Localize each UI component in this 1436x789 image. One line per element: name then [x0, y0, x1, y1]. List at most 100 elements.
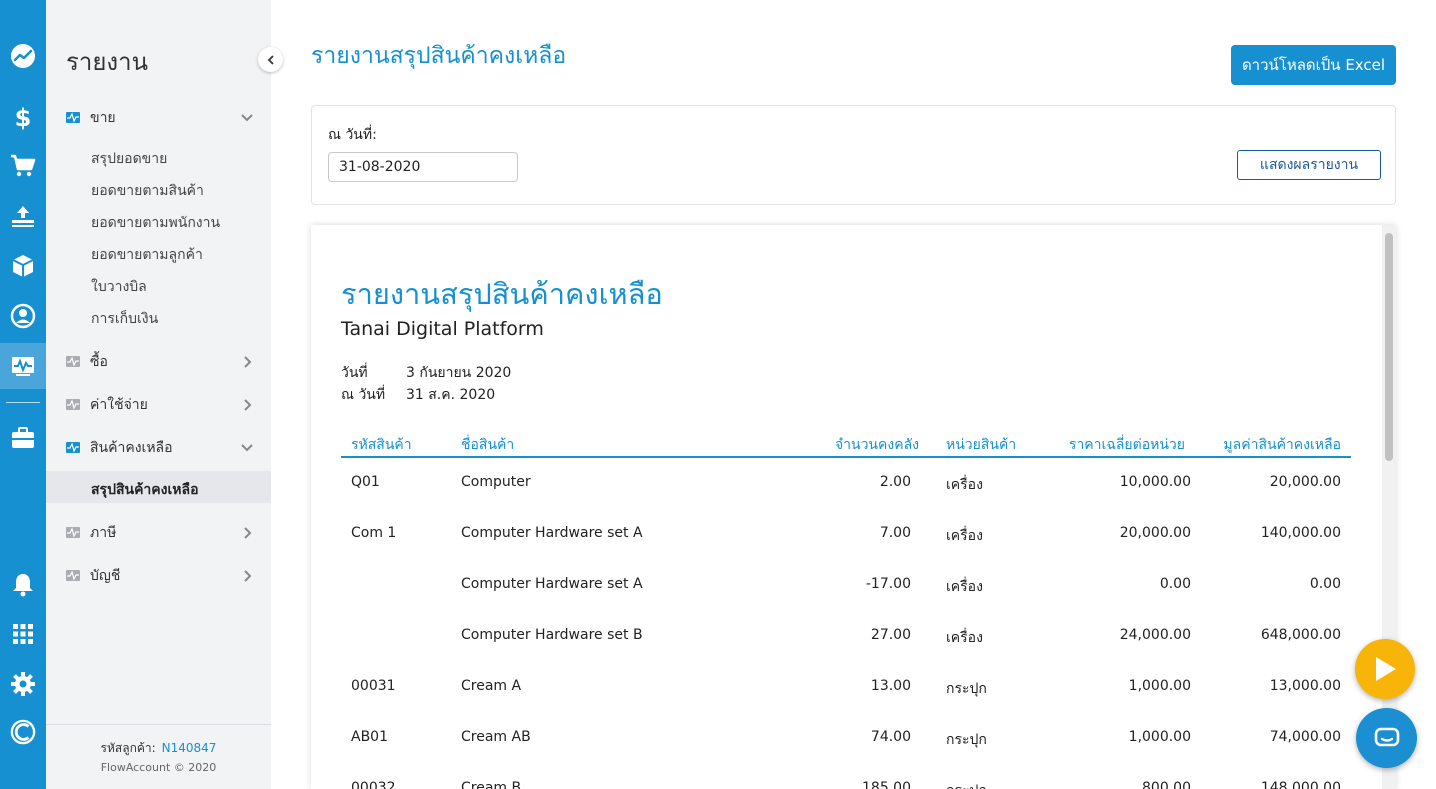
cell-unit: เครื่อง: [946, 477, 983, 493]
sidebar-group-accounting[interactable]: บัญชี: [46, 561, 271, 591]
report-title: รายงานสรุปสินค้าคงเหลือ: [341, 277, 663, 311]
sidebar-item-sales-by-customer[interactable]: ยอดขายตามลูกค้า: [91, 244, 203, 266]
date-filter-label: ณ วันที่:: [328, 127, 377, 143]
sidebar-group-tax[interactable]: ภาษี: [46, 518, 271, 548]
report-group-icon: [66, 442, 80, 453]
page-title: รายงานสรุปสินค้าคงเหลือ: [311, 43, 567, 69]
sidebar-group-label: ภาษี: [90, 525, 117, 541]
cell-qty: 27.00: [870, 627, 911, 643]
sidebar-group-inventory[interactable]: สินค้าคงเหลือ: [46, 433, 271, 463]
chevron-right-icon: [244, 356, 252, 368]
cell-avg-price: 1,000.00: [1128, 729, 1191, 745]
report-icon[interactable]: [0, 343, 46, 389]
cell-unit: กระปุก: [946, 681, 987, 697]
chat-support-button[interactable]: [1356, 708, 1417, 768]
sidebar-item-billing-note[interactable]: ใบวางบิล: [91, 276, 147, 298]
sidebar-item-sales-summary[interactable]: สรุปยอดขาย: [91, 148, 167, 170]
sidebar-group-expenses[interactable]: ค่าใช้จ่าย: [46, 390, 271, 420]
cell-code: AB01: [351, 729, 388, 745]
sidebar-group-label: ขาย: [90, 110, 116, 126]
date-input[interactable]: 31-08-2020: [328, 152, 518, 182]
report-asof-label: ณ วันที่: [341, 387, 386, 403]
cell-qty: -17.00: [865, 576, 911, 592]
chevron-right-icon: [244, 527, 252, 539]
rail-divider: [6, 402, 40, 403]
cell-avg-price: 800.00: [1142, 780, 1191, 789]
sidebar-group-label: สินค้าคงเหลือ: [90, 440, 173, 456]
flowaccount-logo-icon[interactable]: [0, 709, 46, 755]
sidebar-title: รายงาน: [66, 48, 149, 76]
cell-value: 20,000.00: [1269, 474, 1341, 490]
cell-code: 00032: [351, 780, 396, 789]
cell-unit: เครื่อง: [946, 528, 983, 544]
chat-icon: [1374, 727, 1399, 747]
download-excel-button[interactable]: ดาวน์โหลดเป็น Excel: [1231, 45, 1396, 85]
sidebar-collapse-button[interactable]: [258, 47, 283, 72]
sidebar-item-inventory-summary[interactable]: สรุปสินค้าคงเหลือ: [91, 479, 199, 501]
column-header-qty: จำนวนคงคลัง: [834, 437, 919, 453]
report-scrollbar-thumb[interactable]: [1385, 233, 1393, 461]
cell-code: Com 1: [351, 525, 397, 541]
cell-avg-price: 1,000.00: [1128, 678, 1191, 694]
cell-name: Computer Hardware set A: [461, 576, 643, 592]
contact-icon[interactable]: [0, 293, 46, 339]
cell-qty: 2.00: [879, 474, 911, 490]
gear-icon[interactable]: [0, 661, 46, 707]
cart-icon[interactable]: [0, 143, 46, 189]
column-header-unit: หน่วยสินค้า: [946, 437, 1017, 453]
dollar-icon[interactable]: $: [0, 94, 46, 140]
cell-avg-price: 10,000.00: [1119, 474, 1191, 490]
cell-name: Computer Hardware set B: [461, 627, 643, 643]
table-header-divider: [341, 456, 1351, 458]
cell-unit: เครื่อง: [946, 579, 983, 595]
report-scrollbar[interactable]: [1382, 225, 1396, 789]
report-preview[interactable]: รายงานสรุปสินค้าคงเหลือ Tanai Digital Pl…: [311, 225, 1396, 789]
column-header-code: รหัสสินค้า: [351, 437, 412, 453]
sidebar-group-label: บัญชี: [90, 568, 121, 584]
chevron-right-icon: [244, 399, 252, 411]
cell-avg-price: 0.00: [1159, 576, 1191, 592]
cell-name: Cream AB: [461, 729, 531, 745]
column-header-avg-price: ราคาเฉลี่ยต่อหน่วย: [1068, 437, 1185, 453]
report-asof-row: ณ วันที่ 31 ส.ค. 2020: [341, 384, 495, 406]
cell-qty: 185.00: [862, 780, 911, 789]
column-header-value: มูลค่าสินค้าคงเหลือ: [1223, 437, 1341, 453]
box-icon[interactable]: [0, 243, 46, 289]
cell-value: 74,000.00: [1269, 729, 1341, 745]
sidebar-footer-divider: [46, 724, 271, 725]
show-report-button[interactable]: แสดงผลรายงาน: [1237, 150, 1381, 180]
sidebar-group-purchase[interactable]: ซื้อ: [46, 347, 271, 377]
apps-grid-icon[interactable]: [0, 611, 46, 657]
cell-unit: กระปุก: [946, 780, 987, 789]
play-tutorial-button[interactable]: [1355, 639, 1415, 699]
cell-qty: 74.00: [870, 729, 911, 745]
cell-name: Cream B: [461, 780, 522, 789]
customer-code-label: รหัสลูกค้า:: [100, 741, 156, 755]
cell-unit: กระปุก: [946, 732, 987, 748]
sidebar-group-label: ค่าใช้จ่าย: [90, 397, 148, 413]
report-group-icon: [66, 527, 80, 538]
chevron-down-icon: [241, 444, 253, 452]
icon-rail: $: [0, 0, 46, 789]
chevron-down-icon: [241, 114, 253, 122]
report-group-icon: [66, 112, 80, 123]
cell-name: Computer: [461, 474, 531, 490]
briefcase-icon[interactable]: [0, 415, 46, 461]
filter-panel: ณ วันที่: 31-08-2020 แสดงผลรายงาน: [311, 105, 1396, 205]
upload-tray-icon[interactable]: [0, 193, 46, 239]
customer-code: รหัสลูกค้า: N140847: [46, 739, 271, 758]
svg-text:$: $: [15, 104, 32, 130]
bell-icon[interactable]: [0, 561, 46, 607]
sidebar-item-sales-by-product[interactable]: ยอดขายตามสินค้า: [91, 180, 204, 202]
report-sidebar: รายงาน ขาย สรุปยอดขาย ยอดขายตามสินค้า ยอ…: [46, 0, 271, 789]
sidebar-item-collection[interactable]: การเก็บเงิน: [91, 308, 158, 330]
dashboard-icon[interactable]: [0, 33, 46, 79]
report-date-value: 3 กันยายน 2020: [406, 365, 512, 381]
sidebar-group-sales[interactable]: ขาย: [46, 103, 271, 133]
play-icon: [1376, 657, 1396, 681]
column-header-name: ชื่อสินค้า: [461, 437, 515, 453]
report-group-icon: [66, 570, 80, 581]
cell-value: 0.00: [1309, 576, 1341, 592]
cell-code: Q01: [351, 474, 380, 490]
sidebar-item-sales-by-employee[interactable]: ยอดขายตามพนักงาน: [91, 212, 220, 234]
